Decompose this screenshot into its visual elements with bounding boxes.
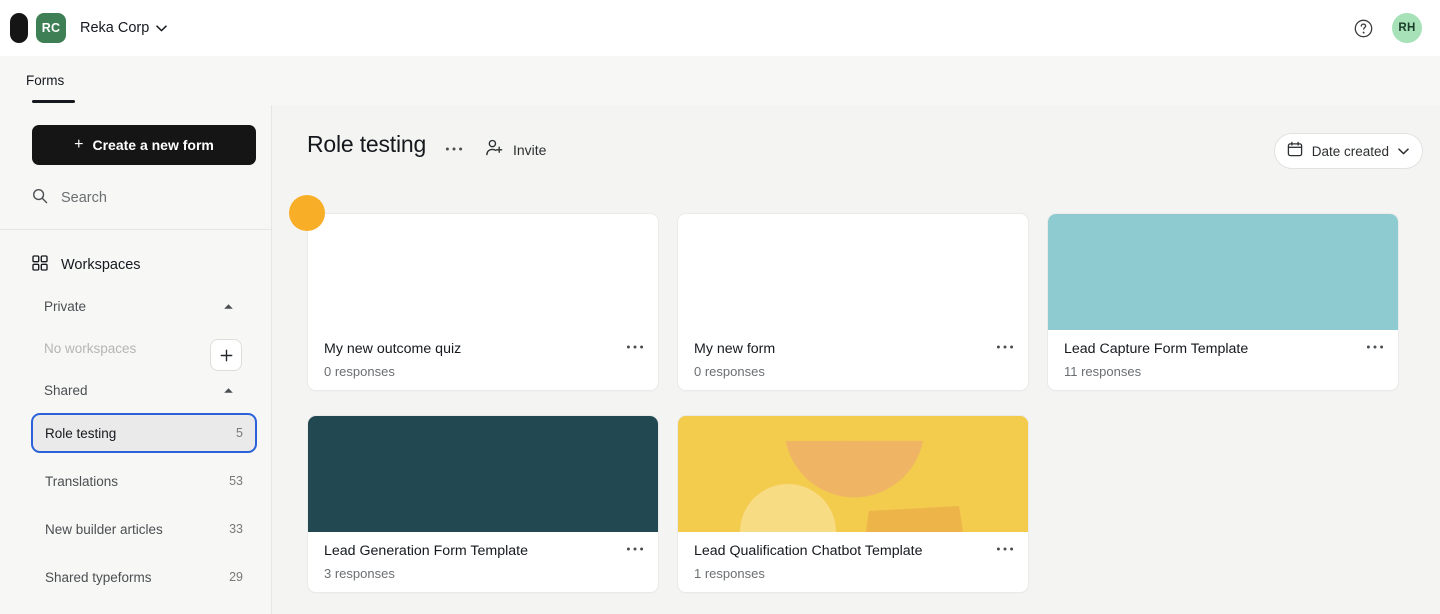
forms-grid: My new outcome quiz 0 responses My new f…: [289, 195, 1427, 593]
avatar[interactable]: RH: [1392, 13, 1422, 43]
form-thumbnail: [308, 416, 658, 532]
form-title: Lead Capture Form Template: [1064, 341, 1249, 357]
workspace-options-button[interactable]: [442, 139, 466, 159]
sidebar-item-role-testing[interactable]: Role testing 5: [31, 413, 257, 453]
sort-by-button[interactable]: Date created: [1273, 133, 1423, 169]
sidebar-divider: [0, 229, 272, 230]
workspace-name: New builder articles: [45, 521, 163, 537]
orange-dot-indicator-icon: [289, 195, 325, 231]
form-thumbnail: [308, 214, 658, 330]
form-card-meta: Lead Qualification Chatbot Template 1 re…: [678, 532, 1028, 592]
ellipsis-icon: [445, 147, 463, 151]
form-card-options-button[interactable]: [622, 336, 648, 358]
org-name: Reka Corp: [80, 20, 150, 36]
form-card-meta: My new outcome quiz 0 responses: [308, 330, 658, 390]
calendar-icon: [1287, 141, 1303, 162]
ellipsis-icon: [1366, 345, 1384, 349]
workspace-name: Shared typeforms: [45, 569, 152, 585]
group-label-shared: Shared: [44, 382, 88, 398]
caret-up-icon: [223, 381, 234, 399]
form-title: My new form: [694, 341, 776, 357]
main-content: Role testing Invite Date created My new …: [273, 105, 1440, 614]
workspaces-header[interactable]: Workspaces: [32, 248, 256, 282]
search-icon: [32, 188, 48, 209]
form-card-options-button[interactable]: [1362, 336, 1388, 358]
sidebar-item-new-builder-articles[interactable]: New builder articles 33: [33, 511, 255, 547]
form-responses: 1 responses: [694, 566, 765, 581]
workspace-count: 33: [229, 522, 243, 536]
form-title: My new outcome quiz: [324, 341, 462, 357]
form-thumbnail: [678, 416, 1028, 532]
sidebar-item-shared-typeforms[interactable]: Shared typeforms 29: [33, 559, 255, 595]
chevron-down-icon: [1398, 142, 1409, 160]
search-placeholder: Search: [61, 190, 107, 206]
sidebar-item-translations[interactable]: Translations 53: [33, 463, 255, 499]
tab-forms[interactable]: Forms: [26, 56, 64, 105]
group-label-private: Private: [44, 298, 87, 314]
abstract-shapes-graphic: [678, 416, 1028, 532]
form-card[interactable]: Lead Generation Form Template 3 response…: [307, 415, 659, 593]
form-thumbnail: [1048, 214, 1398, 330]
plus-icon: [220, 349, 232, 361]
form-card-options-button[interactable]: [622, 538, 648, 560]
create-a-new-form-button[interactable]: + Create a new form: [32, 125, 256, 165]
form-responses: 11 responses: [1064, 364, 1142, 379]
ellipsis-icon: [996, 547, 1014, 551]
invite-button[interactable]: Invite: [485, 137, 546, 163]
plus-icon: +: [74, 136, 84, 153]
form-responses: 3 responses: [324, 566, 395, 581]
form-card-meta: Lead Generation Form Template 3 response…: [308, 532, 658, 592]
form-card-options-button[interactable]: [992, 538, 1018, 560]
tab-strip: Forms: [0, 56, 1440, 105]
group-header-private[interactable]: Private: [44, 293, 244, 319]
workspaces-label: Workspaces: [61, 257, 141, 273]
org-switcher[interactable]: RC Reka Corp: [28, 13, 168, 43]
add-workspace-button[interactable]: [210, 339, 242, 371]
org-avatar: RC: [36, 13, 66, 43]
form-title: Lead Qualification Chatbot Template: [694, 543, 923, 559]
form-card[interactable]: Lead Capture Form Template 11 responses: [1047, 213, 1399, 391]
form-card-wrapper: My new outcome quiz 0 responses: [289, 195, 659, 391]
create-button-label: Create a new form: [92, 137, 214, 153]
workspace-count: 53: [229, 474, 243, 488]
workspace-name: Role testing: [45, 425, 117, 441]
page-title: Role testing: [307, 131, 427, 157]
sort-label: Date created: [1311, 143, 1389, 159]
form-card[interactable]: My new outcome quiz 0 responses: [307, 213, 659, 391]
grid-icon: [32, 254, 48, 276]
form-card[interactable]: My new form 0 responses: [677, 213, 1029, 391]
chevron-down-icon: [156, 24, 168, 32]
ellipsis-icon: [626, 547, 644, 551]
top-bar: RC Reka Corp RH: [0, 0, 1440, 56]
form-card-meta: My new form 0 responses: [678, 330, 1028, 390]
form-title: Lead Generation Form Template: [324, 543, 528, 559]
workspace-count: 29: [229, 570, 243, 584]
ellipsis-icon: [626, 345, 644, 349]
form-thumbnail: [678, 214, 1028, 330]
ellipsis-icon: [996, 345, 1014, 349]
typeform-logo-mark-icon[interactable]: [10, 13, 28, 43]
form-card[interactable]: Lead Qualification Chatbot Template 1 re…: [677, 415, 1029, 593]
workspace-header: Role testing Invite Date created: [273, 105, 1440, 185]
question-circle-icon[interactable]: [1353, 18, 1374, 39]
form-card-meta: Lead Capture Form Template 11 responses: [1048, 330, 1398, 390]
form-responses: 0 responses: [324, 364, 395, 379]
form-card-options-button[interactable]: [992, 336, 1018, 358]
invite-label: Invite: [513, 142, 547, 158]
private-empty-note: No workspaces: [44, 341, 137, 356]
person-add-icon: [485, 138, 504, 162]
search-input[interactable]: Search: [32, 181, 256, 215]
workspace-name: Translations: [45, 473, 119, 489]
workspace-count: 5: [236, 426, 243, 440]
group-header-shared[interactable]: Shared: [44, 377, 244, 403]
sidebar: + Create a new form Search Workspaces Pr…: [0, 105, 272, 614]
tab-active-indicator: [32, 100, 75, 103]
caret-up-icon: [223, 297, 234, 315]
form-responses: 0 responses: [694, 364, 765, 379]
top-bar-actions: RH: [1353, 13, 1440, 43]
